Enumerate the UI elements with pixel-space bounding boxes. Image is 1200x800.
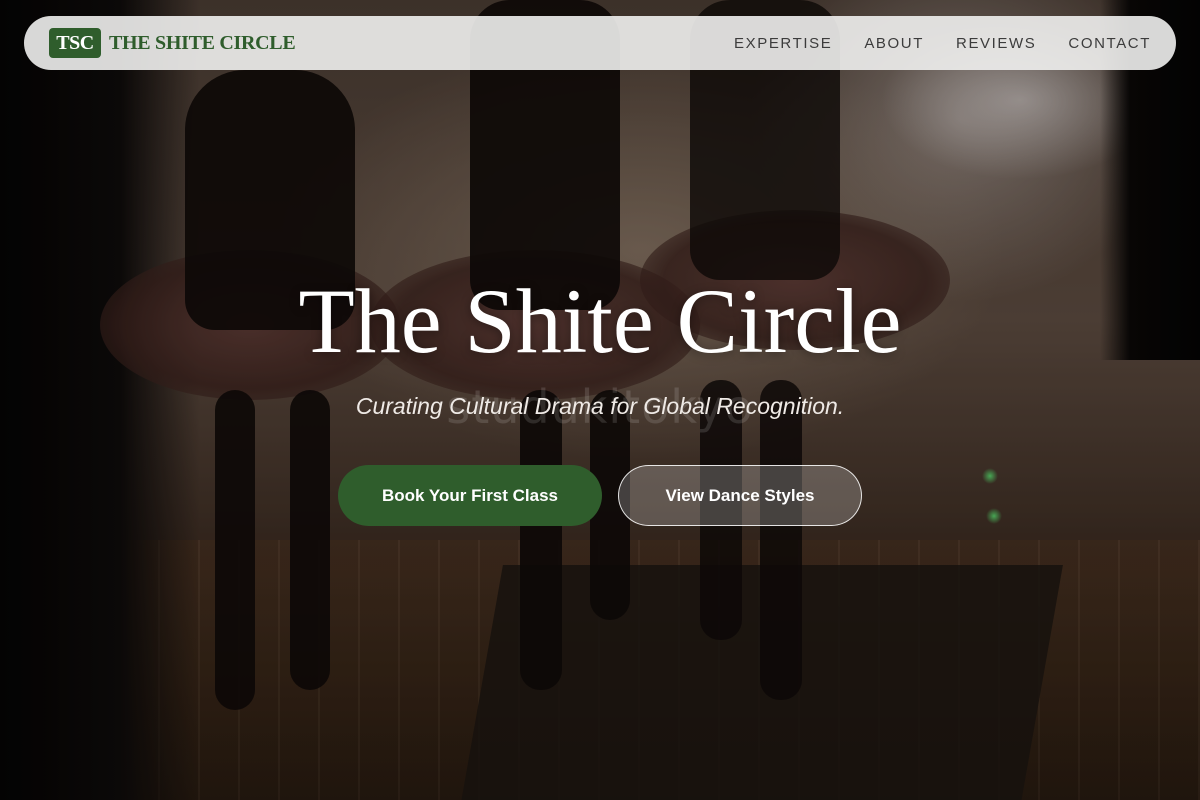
view-dance-styles-button[interactable]: View Dance Styles <box>618 465 862 526</box>
nav-link-expertise[interactable]: EXPERTISE <box>734 35 832 52</box>
nav-links: EXPERTISE ABOUT REVIEWS CONTACT <box>734 35 1151 52</box>
hero-subtitle: Curating Cultural Drama for Global Recog… <box>355 393 845 419</box>
book-first-class-button[interactable]: Book Your First Class <box>338 465 602 526</box>
nav-link-about[interactable]: ABOUT <box>864 35 924 52</box>
brand-logo-link[interactable]: TSC THE SHITE CIRCLE <box>49 28 296 58</box>
nav-link-reviews[interactable]: REVIEWS <box>956 35 1036 52</box>
brand-name: THE SHITE CIRCLE <box>109 31 296 54</box>
brand-badge: TSC <box>49 28 101 58</box>
nav-link-contact[interactable]: CONTACT <box>1068 35 1151 52</box>
hero-title: The Shite Circle <box>298 270 902 372</box>
top-navbar: TSC THE SHITE CIRCLE EXPERTISE ABOUT REV… <box>24 16 1176 70</box>
